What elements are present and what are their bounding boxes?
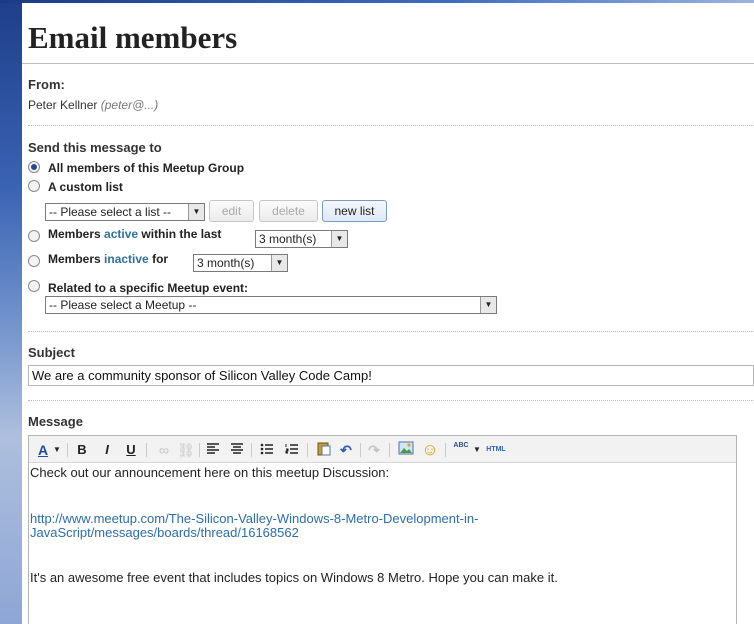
radio-inactive-members[interactable] (28, 255, 40, 267)
option-inactive-label: Members inactive for (48, 252, 168, 266)
from-value: Peter Kellner (peter@...) (28, 98, 158, 112)
email-members-panel: Email members From: Peter Kellner (peter… (22, 3, 754, 624)
option-active-suffix: within the last (138, 227, 222, 241)
edit-list-button[interactable]: edit (209, 200, 254, 222)
active-period-select[interactable]: 3 month(s) ▼ (255, 230, 348, 248)
option-custom-list-label: A custom list (48, 180, 123, 194)
toolbar-separator (307, 443, 308, 457)
option-event-label: Related to a specific Meetup event: (48, 281, 249, 295)
radio-custom-list[interactable] (28, 180, 40, 192)
bullet-list-icon-shape (260, 443, 273, 455)
inactive-period-select[interactable]: 3 month(s) ▼ (193, 254, 288, 272)
message-body[interactable]: Check out our announcement here on this … (29, 463, 736, 624)
paste-icon[interactable] (314, 440, 334, 460)
message-line: It's an awesome free event that includes… (30, 570, 558, 585)
meetup-event-select-value: -- Please select a Meetup -- (49, 298, 197, 312)
option-all-members-label: All members of this Meetup Group (48, 161, 245, 175)
chevron-down-icon: ▼ (331, 231, 347, 247)
radio-all-members[interactable] (28, 161, 40, 173)
chevron-down-icon: ▼ (188, 204, 204, 220)
italic-button[interactable]: I (99, 440, 115, 460)
from-name: Peter Kellner (28, 98, 98, 112)
chevron-down-icon[interactable]: ▼ (472, 440, 482, 460)
toolbar-separator (67, 443, 68, 457)
align-left-icon-shape (207, 443, 219, 454)
undo-icon[interactable]: ↶ (337, 440, 355, 460)
option-inactive-keyword: inactive (104, 252, 149, 266)
font-color-icon[interactable]: A (35, 440, 51, 460)
editor-toolbar: A ▼ B I U ∞ ⛓ ↶ ↷ ☺ ABC ▼ HTML (29, 436, 736, 463)
option-active-prefix: Members (48, 227, 105, 241)
align-center-icon-shape (231, 443, 243, 454)
toolbar-separator (251, 443, 252, 457)
option-inactive-prefix: Members (48, 252, 105, 266)
chevron-down-icon: ▼ (480, 297, 496, 313)
align-center-icon[interactable] (228, 440, 246, 460)
toolbar-separator (360, 443, 361, 457)
message-label: Message (28, 414, 83, 429)
smiley-icon[interactable]: ☺ (420, 440, 440, 460)
meetup-event-select[interactable]: -- Please select a Meetup -- ▼ (45, 296, 497, 314)
inactive-period-value: 3 month(s) (197, 256, 255, 270)
numbered-list-icon[interactable] (283, 440, 301, 460)
subject-input[interactable]: We are a community sponsor of Silicon Va… (28, 365, 754, 386)
from-label: From: (28, 77, 65, 92)
insert-image-icon[interactable] (396, 440, 416, 460)
insert-image-icon-shape (398, 441, 414, 455)
toolbar-separator (445, 443, 446, 457)
unlink-icon[interactable]: ⛓ (177, 440, 195, 460)
align-left-icon[interactable] (204, 440, 222, 460)
message-editor: A ▼ B I U ∞ ⛓ ↶ ↷ ☺ ABC ▼ HTML Check out… (28, 435, 737, 624)
link-icon[interactable]: ∞ (155, 440, 173, 460)
bullet-list-icon[interactable] (258, 440, 276, 460)
custom-list-select-value: -- Please select a list -- (49, 205, 172, 219)
bold-button[interactable]: B (74, 440, 90, 460)
message-link[interactable]: JavaScript/messages/boards/thread/161685… (30, 525, 299, 540)
from-email: (peter@...) (100, 98, 159, 112)
section-divider (28, 400, 754, 401)
send-to-heading: Send this message to (28, 140, 162, 155)
custom-list-select[interactable]: -- Please select a list -- ▼ (45, 203, 205, 221)
title-divider (22, 63, 754, 64)
html-source-icon[interactable]: HTML (484, 440, 508, 460)
chevron-down-icon[interactable]: ▼ (51, 440, 63, 460)
section-divider (28, 125, 754, 126)
radio-active-members[interactable] (28, 230, 40, 242)
message-line: Check out our announcement here on this … (30, 465, 390, 480)
redo-icon[interactable]: ↷ (365, 440, 383, 460)
chevron-down-icon: ▼ (271, 255, 287, 271)
new-list-button[interactable]: new list (322, 200, 387, 222)
radio-meetup-event[interactable] (28, 280, 40, 292)
option-inactive-suffix: for (148, 252, 169, 266)
option-active-label: Members active within the last (48, 227, 221, 241)
toolbar-separator (389, 443, 390, 457)
delete-list-button[interactable]: delete (259, 200, 318, 222)
underline-button[interactable]: U (123, 440, 139, 460)
subject-label: Subject (28, 345, 75, 360)
page-title: Email members (28, 20, 238, 55)
section-divider (28, 331, 754, 332)
toolbar-separator (146, 443, 147, 457)
paste-icon-shape (317, 442, 331, 456)
option-active-keyword: active (104, 227, 139, 241)
active-period-value: 3 month(s) (259, 232, 317, 246)
desktop-background (0, 0, 22, 624)
message-link[interactable]: http://www.meetup.com/The-Silicon-Valley… (30, 511, 478, 526)
toolbar-separator (199, 443, 200, 457)
spellcheck-icon[interactable]: ABC (450, 440, 472, 460)
numbered-list-icon-shape (285, 444, 298, 454)
